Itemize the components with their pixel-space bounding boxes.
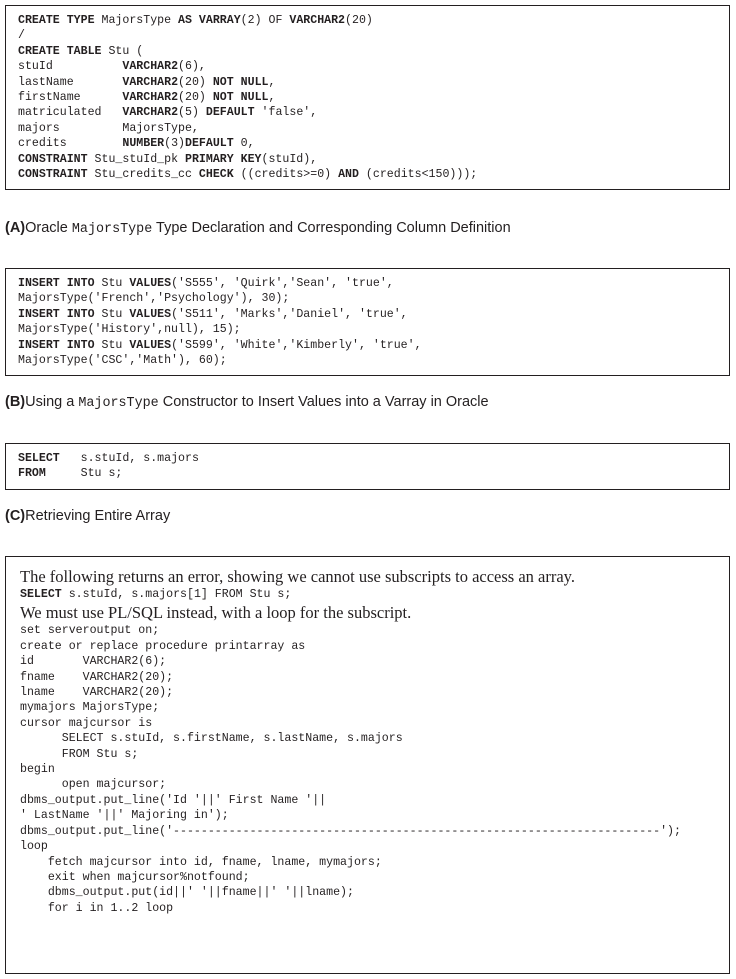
code-line: SELECT s.stuId, s.majors[1] FROM Stu s; — [20, 588, 292, 601]
code-box-c-content: SELECT s.stuId, s.majors FROM Stu s; — [6, 444, 729, 489]
code-line: lastName VARCHAR2(20) NOT NULL, — [18, 75, 276, 89]
caption-b-post: Constructor to Insert Values into a Varr… — [158, 394, 489, 410]
code-line: / — [18, 29, 25, 43]
caption-a-post: Type Declaration and Corresponding Colum… — [152, 220, 511, 236]
caption-b-label: (B) — [5, 394, 26, 410]
code-line: firstName VARCHAR2(20) NOT NULL, — [18, 91, 276, 105]
code-line: begin — [20, 763, 55, 777]
caption-c: (C)Retrieving Entire Array — [5, 507, 730, 527]
code-line: stuId VARCHAR2(6), — [18, 60, 206, 74]
caption-a-mono: MajorsType — [71, 222, 153, 237]
code-line: INSERT INTO Stu VALUES('S511', 'Marks','… — [18, 307, 408, 321]
code-line: ' LastName '||' Majoring in'); — [20, 809, 229, 823]
caption-a-pre: Oracle — [25, 220, 72, 236]
code-box-b: INSERT INTO Stu VALUES('S555', 'Quirk','… — [5, 268, 730, 377]
caption-c-label: (C) — [5, 508, 26, 524]
code-line: create or replace procedure printarray a… — [20, 639, 306, 653]
code-line: credits NUMBER(3)DEFAULT 0, — [18, 137, 255, 151]
code-line: cursor majcursor is — [20, 716, 153, 730]
code-line: lname VARCHAR2(20); — [20, 686, 174, 700]
code-line: mymajors MajorsType; — [20, 701, 160, 715]
code-line: FROM Stu s; — [20, 747, 139, 761]
code-line: majors MajorsType, — [18, 121, 199, 135]
code-line: open majcursor; — [20, 778, 167, 792]
caption-a-label: (A) — [5, 220, 26, 236]
code-line: INSERT INTO Stu VALUES('S555', 'Quirk','… — [18, 277, 394, 290]
code-line: loop — [20, 840, 48, 854]
caption-b: (B)Using a MajorsType Constructor to Ins… — [5, 393, 730, 413]
code-line: CONSTRAINT Stu_stuId_pk PRIMARY KEY(stuI… — [18, 152, 318, 166]
figure-page: CREATE TYPE MajorsType AS VARRAY(2) OF V… — [0, 0, 736, 979]
caption-b-pre: Using a — [25, 394, 79, 410]
code-line: fname VARCHAR2(20); — [20, 670, 174, 684]
code-line: dbms_output.put_line('------------------… — [20, 824, 681, 838]
code-line: for i in 1..2 loop — [20, 901, 174, 915]
code-line: MajorsType('French','Psychology'), 30); — [18, 292, 290, 306]
code-line: FROM Stu s; — [18, 467, 123, 481]
code-line: MajorsType('History',null), 15); — [18, 323, 241, 337]
code-line: CONSTRAINT Stu_credits_cc CHECK ((credit… — [18, 168, 478, 182]
prose-line: The following returns an error, showing … — [20, 567, 575, 586]
caption-b-mono: MajorsType — [78, 396, 159, 411]
code-line: set serveroutput on; — [20, 624, 160, 638]
code-line: CREATE TABLE Stu ( — [18, 44, 144, 58]
code-line: SELECT s.stuId, s.majors — [18, 452, 199, 465]
prose-line: We must use PL/SQL instead, with a loop … — [20, 603, 412, 623]
caption-c-pre: Retrieving Entire Array — [25, 508, 171, 524]
caption-a: (A)Oracle MajorsType Type Declaration an… — [5, 219, 730, 239]
code-line: id VARCHAR2(6); — [20, 655, 167, 669]
code-box-b-content: INSERT INTO Stu VALUES('S555', 'Quirk','… — [6, 269, 729, 375]
code-line: INSERT INTO Stu VALUES('S599', 'White','… — [18, 338, 422, 352]
code-line: fetch majcursor into id, fname, lname, m… — [20, 855, 382, 869]
code-line: CREATE TYPE MajorsType AS VARRAY(2) OF V… — [18, 14, 373, 27]
code-box-d: The following returns an error, showing … — [5, 556, 730, 974]
code-box-a-content: CREATE TYPE MajorsType AS VARRAY(2) OF V… — [6, 6, 729, 189]
code-box-c: SELECT s.stuId, s.majors FROM Stu s; — [5, 443, 730, 490]
code-box-d-content: The following returns an error, showing … — [6, 557, 729, 923]
code-box-a: CREATE TYPE MajorsType AS VARRAY(2) OF V… — [5, 5, 730, 191]
code-line: SELECT s.stuId, s.firstName, s.lastName,… — [20, 732, 403, 746]
code-line: dbms_output.put_line('Id '||' First Name… — [20, 793, 327, 807]
code-line: matriculated VARCHAR2(5) DEFAULT 'false'… — [18, 106, 318, 120]
code-line: MajorsType('CSC','Math'), 60); — [18, 354, 227, 368]
code-line: dbms_output.put(id||' '||fname||' '||lna… — [20, 886, 354, 900]
code-line: exit when majcursor%notfound; — [20, 870, 250, 884]
